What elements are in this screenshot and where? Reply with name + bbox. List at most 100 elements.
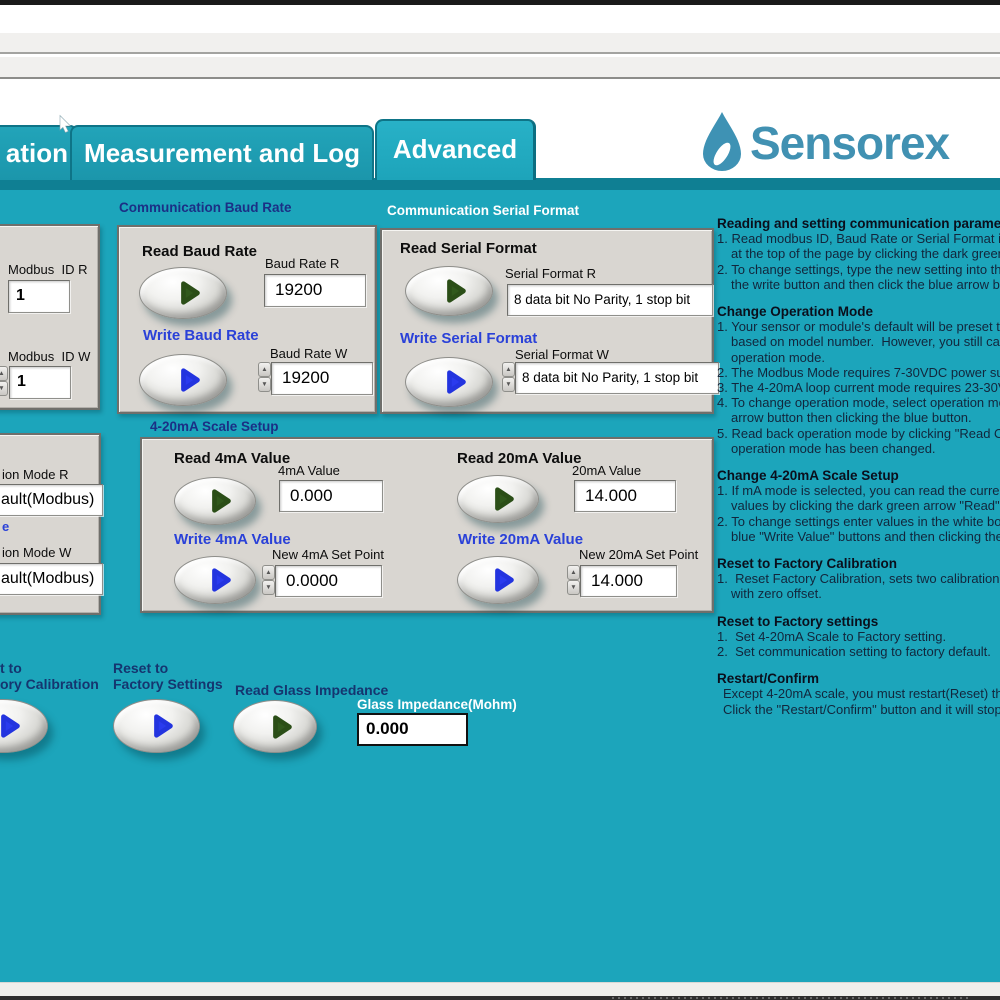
read-serial-format-label: Read Serial Format [400, 240, 537, 257]
instruction-section: Restart/Confirm Except 4-20mA scale, you… [717, 671, 1000, 717]
spinner-down-icon[interactable]: ▼ [567, 580, 580, 595]
baud-rate-panel: Read Baud Rate Baud Rate R 19200 Write B… [117, 225, 377, 414]
spinner-down-icon[interactable]: ▼ [262, 580, 275, 595]
modbus-id-w-field[interactable]: 1 [9, 366, 71, 399]
new-20ma-field[interactable]: 14.000 [580, 565, 677, 597]
4ma-value-label: 4mA Value [278, 463, 340, 478]
write-serial-format-button[interactable] [405, 357, 493, 407]
glass-impedance-label: Glass Impedance(Mohm) [357, 697, 517, 712]
read-4ma-button[interactable] [174, 477, 256, 525]
reset-factory-settings-button[interactable] [113, 699, 200, 753]
write-arrow-icon [150, 712, 176, 740]
spinner-down-icon[interactable]: ▼ [258, 377, 271, 392]
20ma-value-label: 20mA Value [572, 463, 641, 478]
write-arrow-icon [208, 566, 234, 594]
mouse-cursor-icon [58, 114, 74, 134]
read-arrow-icon [269, 713, 295, 741]
spinner-up-icon[interactable]: ▲ [567, 565, 580, 580]
spinner-up-icon[interactable]: ▲ [0, 366, 8, 381]
20ma-value-field: 14.000 [574, 480, 676, 512]
write-arrow-icon [0, 712, 23, 740]
read-glass-impedance-button[interactable] [233, 700, 317, 753]
write-serial-format-label: Write Serial Format [400, 330, 537, 347]
baud-rate-w-spinner[interactable]: ▲ ▼ [258, 362, 271, 392]
instruction-section: Change Operation Mode 1. Your sensor or … [717, 304, 1000, 456]
modbus-id-r-field: 1 [8, 280, 70, 313]
window-title-strip [0, 0, 1000, 5]
instruction-heading: Change 4-20mA Scale Setup [717, 468, 1000, 483]
instruction-heading: Reading and setting communication parame [717, 216, 1000, 231]
instruction-section: Reset to Factory Calibration 1. Reset Fa… [717, 556, 1000, 602]
read-baud-rate-label: Read Baud Rate [142, 243, 257, 260]
read-serial-format-button[interactable] [405, 266, 493, 316]
read-arrow-icon [177, 279, 203, 307]
serial-format-w-spinner[interactable]: ▲ ▼ [502, 362, 515, 392]
tab-advanced[interactable]: Advanced [375, 119, 536, 180]
instruction-section: Change 4-20mA Scale Setup 1. If mA mode … [717, 468, 1000, 544]
4ma-value-field: 0.000 [279, 480, 383, 512]
serial-format-panel: Read Serial Format Serial Format R 8 dat… [380, 228, 714, 414]
spinner-down-icon[interactable]: ▼ [0, 381, 8, 396]
new-4ma-field[interactable]: 0.0000 [275, 565, 382, 597]
spinner-down-icon[interactable]: ▼ [502, 377, 515, 392]
sensorex-brand-text: Sensorex [750, 116, 949, 170]
serial-format-r-field: 8 data bit No Parity, 1 stop bit [507, 284, 713, 316]
reset-factory-calibration-label-line1: t to [0, 660, 22, 676]
write-arrow-icon [491, 566, 517, 594]
scale-panel-title: 4-20mA Scale Setup [150, 419, 279, 434]
serial-format-r-label: Serial Format R [505, 266, 596, 281]
read-4ma-label: Read 4mA Value [174, 450, 290, 467]
spinner-up-icon[interactable]: ▲ [258, 362, 271, 377]
operation-mode-panel: ion Mode R ault(Modbus) e ion Mode W aul… [0, 433, 101, 615]
new-4ma-label: New 4mA Set Point [272, 547, 384, 562]
instruction-heading: Change Operation Mode [717, 304, 1000, 319]
modbus-id-panel: Modbus ID R 1 Modbus ID W ▲ ▼ 1 [0, 224, 100, 410]
new-4ma-spinner[interactable]: ▲ ▼ [262, 565, 275, 595]
write-arrow-icon [443, 368, 469, 396]
tab-measurement-and-log[interactable]: Measurement and Log [70, 125, 374, 180]
read-glass-impedance-label: Read Glass Impedance [235, 682, 388, 698]
serial-format-w-field[interactable]: 8 data bit No Parity, 1 stop bit [515, 362, 719, 394]
modbus-id-r-label: Modbus ID R [8, 262, 87, 277]
taskbar-tiny-text [612, 997, 972, 999]
read-arrow-icon [208, 487, 234, 515]
operation-mode-r-label: ion Mode R [2, 467, 68, 482]
instructions-column: Reading and setting communication parame… [717, 216, 1000, 717]
write-baud-rate-label: Write Baud Rate [143, 327, 259, 344]
new-20ma-spinner[interactable]: ▲ ▼ [567, 565, 580, 595]
modbus-id-w-label: Modbus ID W [8, 349, 90, 364]
reset-factory-settings-label-line2: Factory Settings [113, 676, 223, 692]
write-operation-mode-label-fragment: e [2, 519, 9, 534]
write-4ma-button[interactable] [174, 556, 256, 604]
write-arrow-icon [177, 366, 203, 394]
write-baud-rate-button[interactable] [139, 354, 227, 406]
sensorex-advanced-page: { "colors": { "teal_background": "#1CA5B… [0, 0, 1000, 1000]
read-baud-rate-button[interactable] [139, 267, 227, 319]
toolbar-band-2 [0, 57, 1000, 79]
instruction-heading: Reset to Factory Calibration [717, 556, 1000, 571]
instruction-heading: Reset to Factory settings [717, 614, 1000, 629]
operation-mode-w-field[interactable]: ault(Modbus) [0, 563, 103, 595]
write-4ma-label: Write 4mA Value [174, 531, 291, 548]
read-arrow-icon [491, 485, 517, 513]
instruction-section: Reset to Factory settings 1. Set 4-20mA … [717, 614, 1000, 660]
spinner-up-icon[interactable]: ▲ [262, 565, 275, 580]
baud-rate-w-label: Baud Rate W [270, 346, 347, 361]
instruction-section: Reading and setting communication parame… [717, 216, 1000, 292]
reset-factory-settings-label-line1: Reset to [113, 660, 168, 676]
serial-format-w-label: Serial Format W [515, 347, 609, 362]
read-20ma-button[interactable] [457, 475, 539, 523]
bottom-gray-band [0, 982, 1000, 997]
baud-rate-r-label: Baud Rate R [265, 256, 339, 271]
write-20ma-label: Write 20mA Value [458, 531, 583, 548]
baud-rate-w-field[interactable]: 19200 [271, 362, 373, 395]
serial-panel-title: Communication Serial Format [387, 203, 579, 218]
toolbar-band-1 [0, 33, 1000, 54]
spinner-up-icon[interactable]: ▲ [502, 362, 515, 377]
operation-mode-w-label: ion Mode W [2, 545, 71, 560]
write-20ma-button[interactable] [457, 556, 539, 604]
read-20ma-label: Read 20mA Value [457, 450, 582, 467]
baud-rate-r-field: 19200 [264, 274, 366, 307]
sensorex-droplet-icon [700, 110, 744, 172]
modbus-id-w-spinner[interactable]: ▲ ▼ [0, 366, 8, 396]
